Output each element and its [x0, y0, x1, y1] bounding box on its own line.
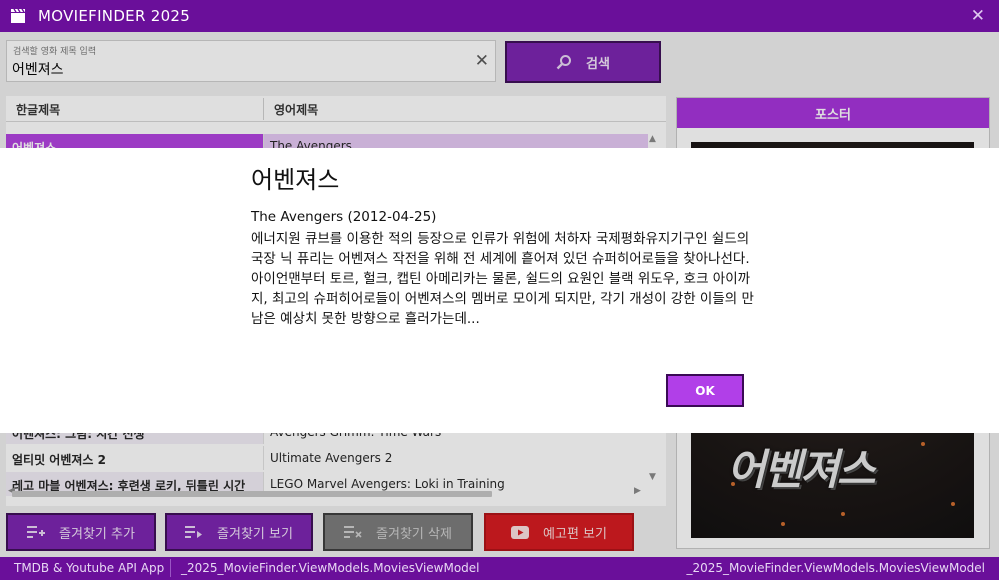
- status-viewmodel-right: _2025_MovieFinder.ViewModels.MoviesViewM…: [686, 561, 985, 575]
- status-separator: [170, 559, 171, 577]
- ok-button[interactable]: OK: [666, 374, 744, 407]
- status-bar: TMDB & Youtube API App _2025_MovieFinder…: [0, 557, 999, 580]
- dialog-overview: 에너지원 큐브를 이용한 적의 등장으로 인류가 위험에 처하자 국제평화유지기…: [251, 231, 754, 327]
- film-icon: [11, 8, 25, 23]
- window-title: MOVIEFINDER 2025: [38, 7, 191, 25]
- dialog-subtitle: The Avengers (2012-04-25): [251, 209, 437, 225]
- dialog-title: 어벤져스: [251, 166, 340, 194]
- movie-detail-dialog: 어벤져스 The Avengers (2012-04-25) 에너지원 큐브를 …: [0, 148, 999, 433]
- close-icon[interactable]: ✕: [971, 6, 985, 26]
- status-app-name: TMDB & Youtube API App: [14, 561, 165, 575]
- status-viewmodel: _2025_MovieFinder.ViewModels.MoviesViewM…: [181, 561, 480, 575]
- title-bar: MOVIEFINDER 2025 ✕: [0, 0, 999, 32]
